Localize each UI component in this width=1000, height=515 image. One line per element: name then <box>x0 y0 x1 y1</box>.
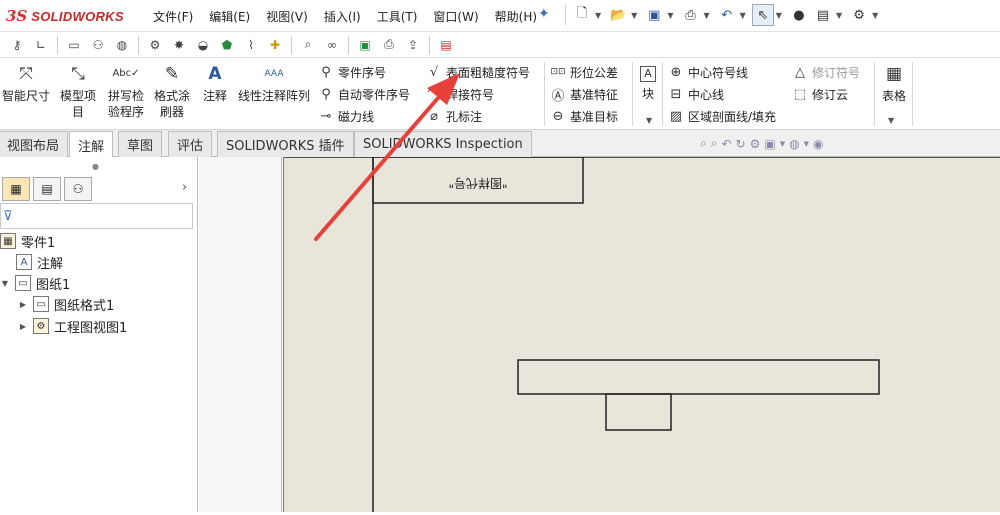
arrow-head-icon <box>427 73 460 105</box>
red-arrow-overlay <box>314 73 460 241</box>
arrow-shaft <box>314 96 440 241</box>
